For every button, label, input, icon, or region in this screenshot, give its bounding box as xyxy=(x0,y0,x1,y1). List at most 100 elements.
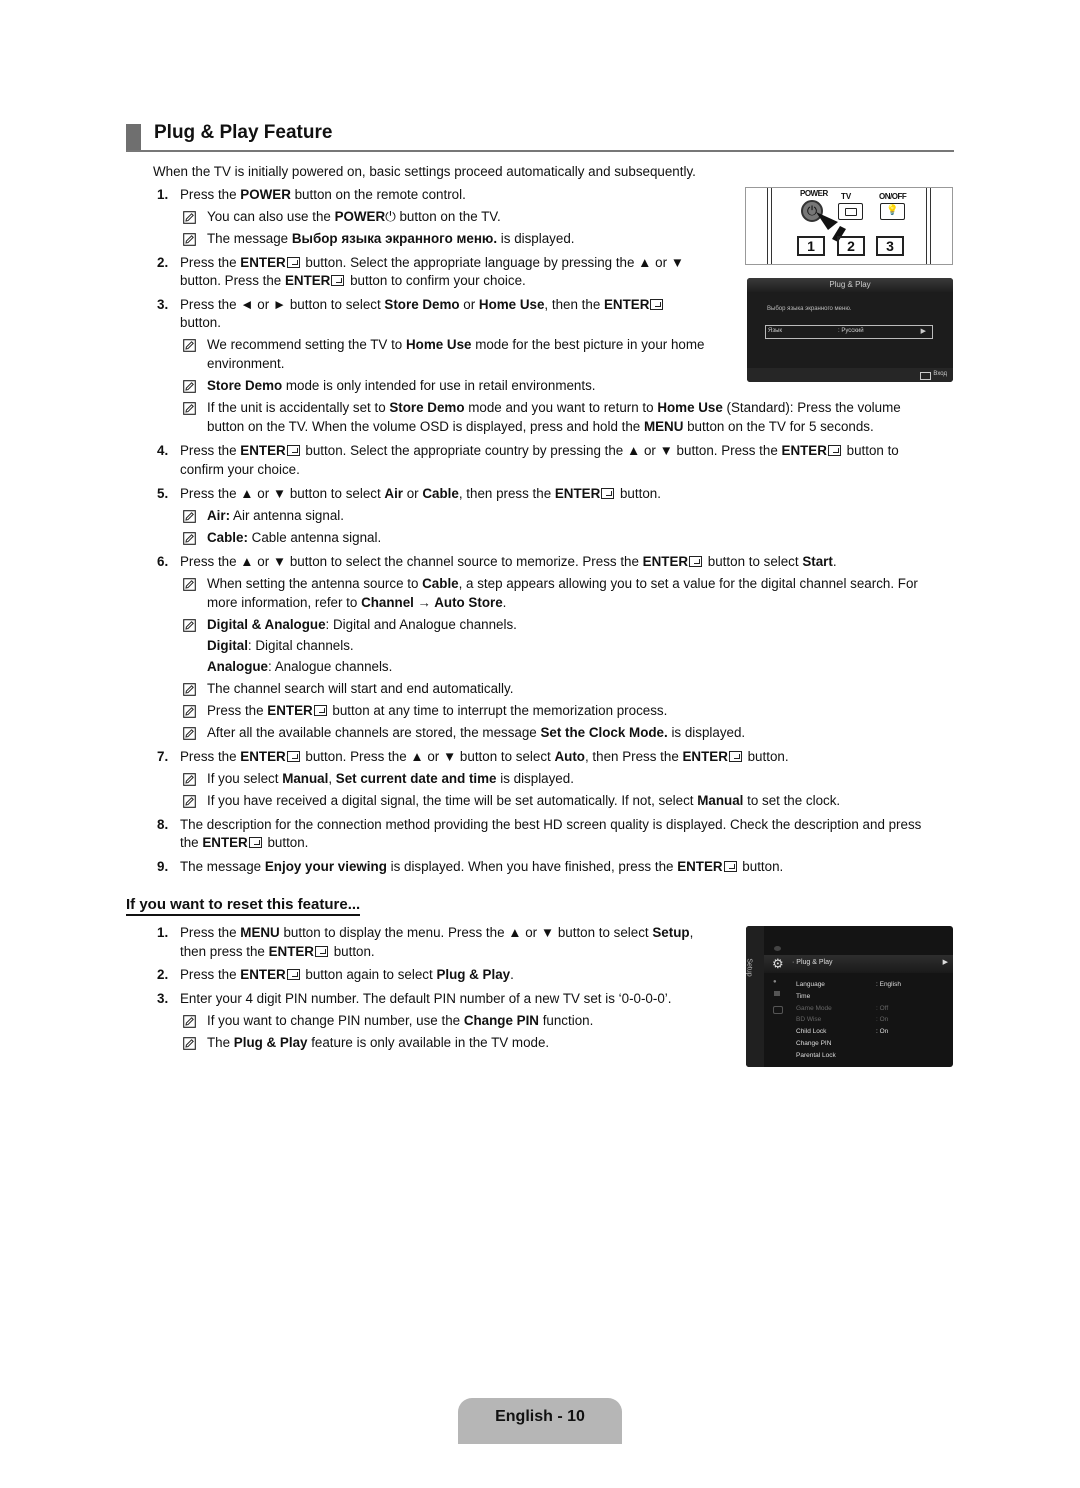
osd-selected-row: ⚙ · Plug & Play ▶ xyxy=(764,955,953,973)
note-icon xyxy=(183,619,196,632)
osd-setup-item-value: : English xyxy=(876,981,901,988)
step-5-note-1: Air: Air antenna signal. xyxy=(207,508,344,523)
enter-icon xyxy=(286,969,300,980)
enter-icon xyxy=(689,556,703,567)
enter-icon xyxy=(286,751,300,762)
step-7-text: Press the ENTER button. Press the ▲ or ▼… xyxy=(180,749,789,764)
osd-setup-item: Language : English xyxy=(796,981,946,992)
osd-side-label: Setup xyxy=(745,958,753,977)
gear-icon: ⚙ xyxy=(772,956,784,971)
osd-setup-item: BD Wise: On xyxy=(796,1016,946,1027)
osd-setup-item-label: Change PIN xyxy=(796,1040,832,1047)
tv-label: TV xyxy=(841,192,852,201)
step-1-note-1: You can also use the POWER⏻ button on th… xyxy=(207,209,501,224)
osd-setup-item-label: Language xyxy=(796,981,825,988)
reset-heading: If you want to reset this feature... xyxy=(126,896,361,916)
remote-edge-left xyxy=(767,188,772,264)
osd-menu-icon-picture xyxy=(774,946,781,951)
enter-icon xyxy=(331,275,345,286)
step-number: 9. xyxy=(157,859,169,874)
reset-step-3-note-2: The Plug & Play feature is only availabl… xyxy=(207,1035,550,1050)
osd-setup-menu: Setup ⚙ · Plug & Play ▶ ● Language : Engl… xyxy=(746,926,953,1067)
step-1-text: Press the POWER button on the remote con… xyxy=(180,187,466,202)
key-3: 3 xyxy=(876,236,904,256)
step-4-text-line1: Press the ENTER button. Select the appro… xyxy=(180,443,899,458)
step-2-text-line1: Press the ENTER button. Select the appro… xyxy=(180,255,685,270)
note-icon xyxy=(183,683,196,696)
step-6-note-2-digital: Digital: Digital channels. xyxy=(207,638,354,653)
note-icon xyxy=(183,727,196,740)
osd-setup-item-label: Game Mode xyxy=(796,1004,832,1012)
step-number: 5. xyxy=(157,486,169,501)
osd-setup-item-label: Parental Lock xyxy=(796,1051,836,1059)
step-3-text-line2: button. xyxy=(180,315,221,330)
note-icon xyxy=(183,233,196,246)
enter-icon xyxy=(728,751,742,762)
osd-setup-item-value: : On xyxy=(876,1028,889,1036)
osd-side-bar xyxy=(746,926,764,1067)
remote-edge-right xyxy=(926,188,931,264)
enter-icon xyxy=(314,946,328,957)
osd-menu-icon-input: ● xyxy=(773,979,777,985)
osd-field-label: Язык xyxy=(768,328,783,334)
step-number: 1. xyxy=(157,925,169,940)
heading-bar xyxy=(126,124,141,150)
light-button-icon: 💡 xyxy=(880,203,905,220)
reset-step-1-line1: Press the MENU button to display the men… xyxy=(180,925,694,940)
page-number: English - 10 xyxy=(495,1408,585,1425)
osd-language-field: Язык : Русский ▶ xyxy=(765,325,933,339)
reset-step-3: Enter your 4 digit PIN number. The defau… xyxy=(180,991,672,1006)
step-4-text-line2: confirm your choice. xyxy=(180,462,300,477)
note-icon xyxy=(183,380,196,393)
osd-enter-hint: Вход xyxy=(933,371,947,377)
osd-setup-item: Game Mode : Off xyxy=(796,1005,946,1016)
osd-setup-item-value: : Off xyxy=(876,1004,889,1012)
reset-step-3-note-1: If you want to change PIN number, use th… xyxy=(207,1013,594,1028)
step-3-note-3-cont: button on the TV. When the volume OSD is… xyxy=(207,419,874,434)
osd-selected-item: · Plug & Play xyxy=(792,959,833,966)
step-3-note-1-cont: environment. xyxy=(207,356,285,371)
intro-text: When the TV is initially powered on, bas… xyxy=(153,164,696,179)
step-3-text-line1: Press the ◄ or ► button to select Store … xyxy=(180,296,665,314)
osd-field-value: : Русский xyxy=(838,328,864,334)
step-1-note-2: The message Выбор языка экранного меню. … xyxy=(207,231,575,246)
note-icon xyxy=(183,1015,196,1028)
step-8-text-line1: The description for the connection metho… xyxy=(180,817,922,832)
step-6-note-5: After all the available channels are sto… xyxy=(207,725,746,740)
enter-icon xyxy=(650,299,664,310)
note-icon xyxy=(183,795,196,808)
note-icon xyxy=(183,578,196,591)
osd-setup-item: Time xyxy=(796,993,946,1004)
step-number: 4. xyxy=(157,443,169,458)
key-1: 1 xyxy=(797,236,825,256)
step-6-note-1-cont: more information, refer to Channel → Aut… xyxy=(207,595,507,610)
enter-icon xyxy=(248,837,262,848)
page-footer-tab: English - 10 xyxy=(458,1398,622,1444)
note-icon xyxy=(183,510,196,523)
note-icon xyxy=(183,211,196,224)
osd-setup-item: Change PIN xyxy=(796,1040,946,1051)
enter-icon xyxy=(286,445,300,456)
step-5-text: Press the ▲ or ▼ button to select Air or… xyxy=(180,486,661,501)
osd-setup-item: Child Lock: On xyxy=(796,1028,946,1039)
osd-enter-icon xyxy=(920,372,931,380)
reset-step-2: Press the ENTER button again to select P… xyxy=(180,967,514,982)
step-number: 2. xyxy=(157,967,169,982)
step-6-note-2: Digital & Analogue: Digital and Analogue… xyxy=(207,617,517,632)
osd-message: Выбор языка экранного меню. xyxy=(767,306,852,312)
osd-footer: Вход xyxy=(747,368,953,382)
power-label: POWER xyxy=(800,189,828,198)
step-8-text-line2: the ENTER button. xyxy=(180,835,309,850)
osd-setup-item: Parental Lock xyxy=(796,1052,946,1063)
step-9-text: The message Enjoy your viewing is displa… xyxy=(180,859,784,874)
osd-setup-item-label: Time xyxy=(796,992,811,1000)
enter-icon xyxy=(313,705,327,716)
reset-step-1-line2: then press the ENTER button. xyxy=(180,944,375,959)
remote-illustration: POWER TV ON/OFF ⏻ 💡 1 2 3 xyxy=(745,187,953,265)
enter-icon xyxy=(286,257,300,268)
step-number: 2. xyxy=(157,255,169,270)
note-icon xyxy=(183,705,196,718)
osd-title: Plug & Play xyxy=(747,278,953,292)
enter-icon xyxy=(827,445,841,456)
step-6-note-2-analogue: Analogue: Analogue channels. xyxy=(207,659,393,674)
